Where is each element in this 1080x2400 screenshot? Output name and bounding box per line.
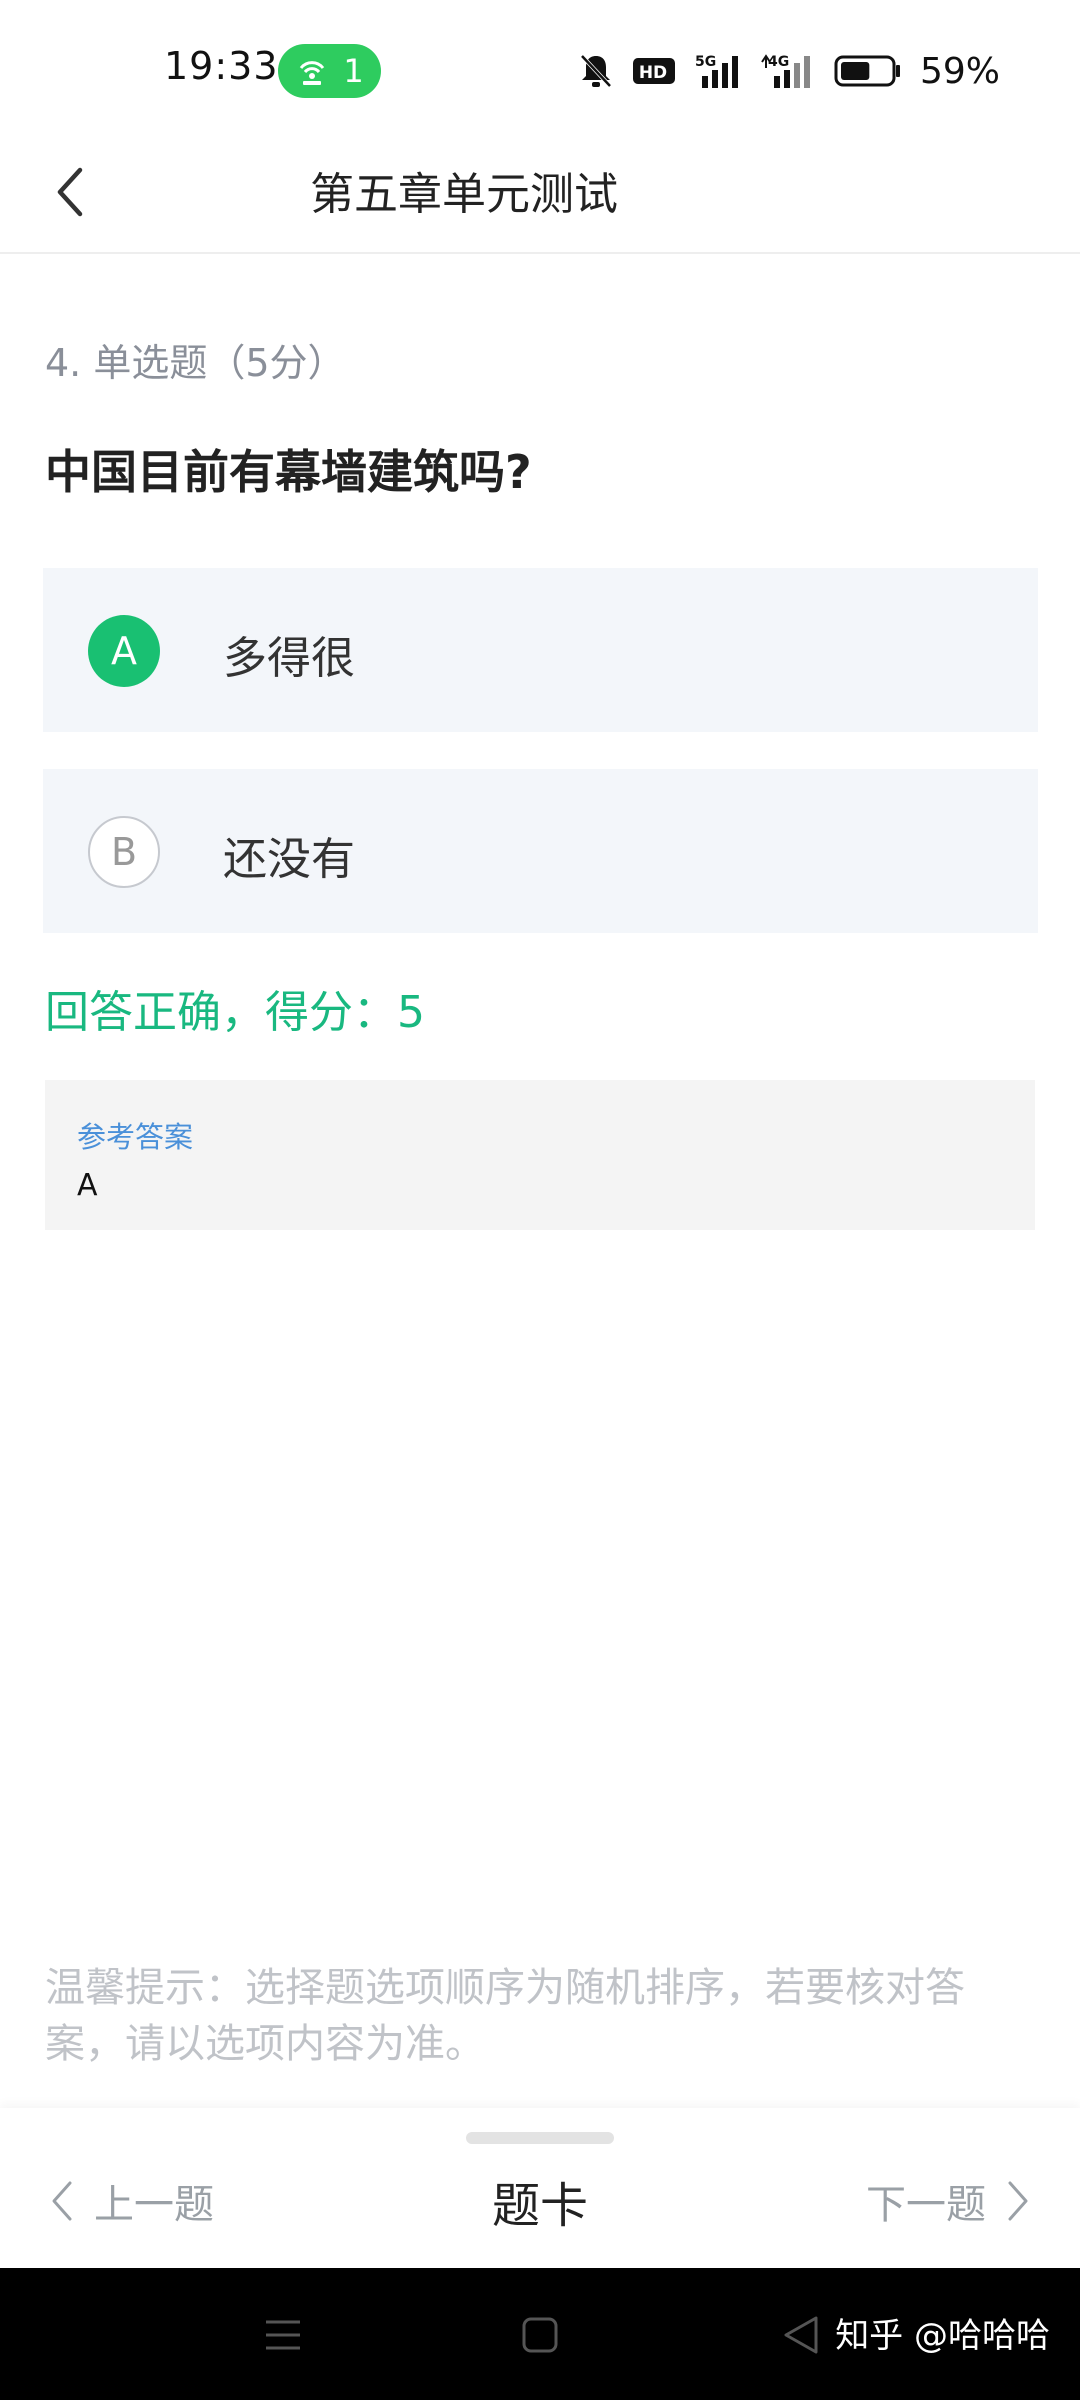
back-button[interactable] [50, 152, 130, 232]
hd-label: HD [639, 63, 667, 83]
watermark: 知乎 @哈哈哈 [835, 2316, 1050, 2356]
chevron-left-icon [57, 167, 83, 217]
question-meta: 4. 单选题（5分） [45, 341, 346, 385]
result-text: 回答正确，得分：5 [45, 987, 425, 1038]
page-title: 第五章单元测试 [310, 169, 618, 220]
hotspot-pill[interactable]: 1 [278, 44, 381, 98]
option-b-letter: B [88, 816, 160, 888]
tip-text: 温馨提示：选择题选项顺序为随机排序，若要核对答案，请以选项内容为准。 [45, 1965, 965, 2067]
signal-5g-icon: 5G [695, 54, 738, 88]
system-nav-bar: 知乎 @哈哈哈 [0, 2268, 1080, 2400]
battery-icon [834, 55, 900, 87]
hd-icon: HD [632, 58, 675, 84]
battery-percent: 59% [919, 50, 1000, 92]
reference-label: 参考答案 [77, 1120, 194, 1154]
menu-icon[interactable] [258, 2310, 308, 2360]
question-card-button[interactable]: 题卡 [492, 2166, 588, 2236]
prev-question-button[interactable]: 上一题 [50, 2172, 214, 2230]
signal-5g-label: 5G [695, 54, 716, 70]
status-time: 19:33 [164, 44, 279, 88]
reference-answer: A [77, 1168, 98, 1203]
option-b-text: 还没有 [223, 834, 355, 885]
header: 第五章单元测试 [0, 130, 1080, 254]
chevron-left-icon [52, 2181, 72, 2221]
chevron-right-icon [1008, 2181, 1028, 2221]
battery-fill [840, 62, 870, 80]
next-label: 下一题 [866, 2182, 986, 2228]
status-icons: HD 5G 4G 59% [578, 44, 1000, 98]
signal-4g-icon: 4G [761, 54, 810, 88]
hotspot-count: 1 [343, 52, 364, 90]
option-a-text: 多得很 [223, 633, 355, 684]
drag-handle[interactable] [466, 2132, 614, 2144]
option-a-letter: A [88, 615, 160, 687]
option-b[interactable]: B 还没有 [43, 769, 1038, 933]
next-question-button[interactable]: 下一题 [866, 2172, 1030, 2230]
prev-label: 上一题 [94, 2182, 214, 2228]
mute-icon [580, 54, 612, 88]
question-text: 中国目前有幕墙建筑吗? [45, 445, 532, 499]
option-a[interactable]: A 多得很 [43, 568, 1038, 732]
hotspot-icon [300, 61, 325, 85]
bottom-nav: 上一题 题卡 下一题 [0, 2108, 1080, 2268]
reference-answer-box: 参考答案 A [45, 1080, 1035, 1230]
back-triangle-icon[interactable] [776, 2310, 826, 2360]
home-icon[interactable] [515, 2310, 565, 2360]
signal-4g-label: 4G [768, 54, 789, 70]
status-bar: 19:33 1 HD 5G 4G 59% [0, 0, 1080, 130]
